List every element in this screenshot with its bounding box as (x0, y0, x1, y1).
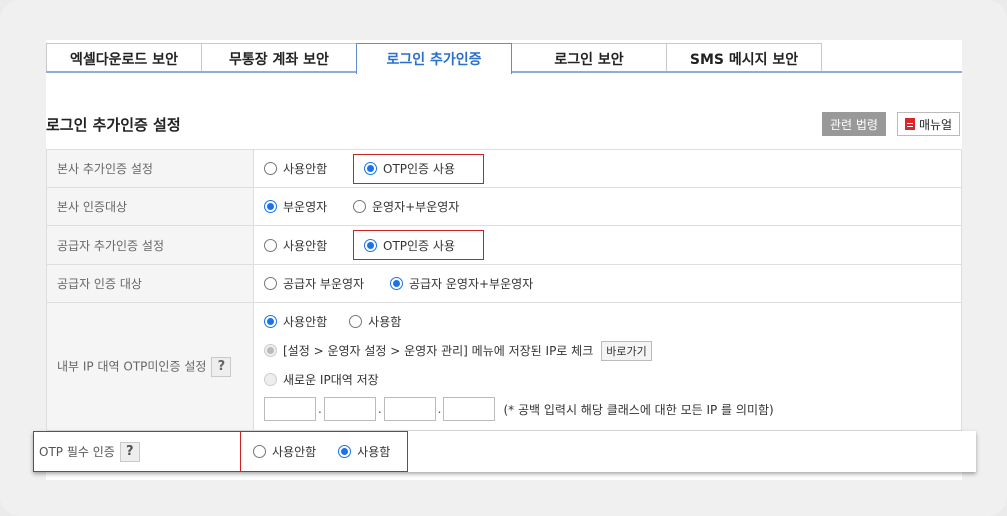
radio-circle (349, 315, 363, 328)
radio-sup-target-all[interactable]: 공급자 운영자+부운영자 (389, 275, 534, 292)
radio-label: 사용안함 (283, 162, 328, 176)
tab-login-security[interactable]: 로그인 보안 (511, 43, 667, 73)
radio-internal-ip-on[interactable]: 사용함 (349, 313, 401, 330)
radio-circle (253, 445, 266, 458)
radio-circle (364, 238, 377, 252)
manual-button[interactable]: 매뉴얼 (897, 112, 960, 136)
radio-circle (264, 373, 277, 386)
ip-note: (* 공백 입력시 해당 클래스에 대한 모든 IP 를 의미함) (503, 402, 774, 417)
label-internal-ip: 내부 IP 대역 OTP미인증 설정? (46, 302, 254, 431)
radio-otp-required-on[interactable]: 사용함 (338, 443, 390, 460)
row-hq-target: 본사 인증대상 부운영자 운영자+부운영자 (46, 187, 962, 226)
tab-bank-account[interactable]: 무통장 계좌 보안 (201, 43, 357, 73)
radio-circle (264, 344, 277, 357)
help-icon[interactable]: ? (119, 441, 140, 462)
highlight-box: OTP인증 사용 (353, 153, 484, 184)
goto-button[interactable]: 바로가기 (601, 340, 652, 361)
radio-circle (264, 315, 277, 328)
tab-bar: 엑셀다운로드 보안 무통장 계좌 보안 로그인 추가인증 로그인 보안 SMS … (46, 43, 822, 76)
ip-octet-1-input[interactable] (264, 397, 316, 421)
label-hq-target: 본사 인증대상 (46, 187, 254, 226)
radio-circle (353, 199, 366, 213)
law-button[interactable]: 관련 법령 (822, 112, 886, 136)
radio-circle (264, 238, 277, 252)
radio-new-ip[interactable]: 새로운 IP대역 저장 (264, 371, 379, 388)
row-sup-target: 공급자 인증 대상 공급자 부운영자 공급자 운영자+부운영자 (46, 264, 962, 303)
radio-label: 사용함 (357, 445, 391, 459)
manual-label: 매뉴얼 (918, 117, 953, 132)
radio-circle (338, 445, 352, 458)
radio-hq-target-all[interactable]: 운영자+부운영자 (353, 198, 459, 215)
label-sup-target: 공급자 인증 대상 (46, 264, 254, 303)
radio-label: 공급자 운영자+부운영자 (408, 276, 534, 291)
radio-label: 새로운 IP대역 저장 (283, 373, 379, 387)
radio-sup-auth-off[interactable]: 사용안함 (264, 237, 327, 254)
radio-label: OTP인증 사용 (383, 238, 455, 253)
label-sup-auth: 공급자 추가인증 설정 (46, 225, 254, 265)
tab-login-auth[interactable]: 로그인 추가인증 (356, 43, 512, 76)
pdf-icon (904, 118, 915, 130)
settings-panel: 엑셀다운로드 보안 무통장 계좌 보안 로그인 추가인증 로그인 보안 SMS … (46, 40, 962, 480)
ip-octet-3-input[interactable] (383, 397, 436, 421)
radio-label: [설정 > 운영자 설정 > 운영자 관리] 메뉴에 저장된 IP로 체크 (283, 344, 594, 358)
radio-saved-ip[interactable]: [설정 > 운영자 설정 > 운영자 관리] 메뉴에 저장된 IP로 체크 (264, 342, 593, 359)
radio-label: 공급자 부운영자 (283, 276, 365, 291)
radio-otp-required-off[interactable]: 사용안함 (253, 443, 316, 460)
internal-ip-label: 내부 IP 대역 OTP미인증 설정 (57, 359, 207, 373)
radio-circle (264, 199, 277, 213)
radio-circle (264, 276, 277, 290)
tab-excel-download[interactable]: 엑셀다운로드 보안 (46, 43, 202, 73)
help-icon[interactable]: ? (211, 356, 232, 377)
highlight-box: OTP인증 사용 (353, 230, 484, 260)
radio-label: 사용안함 (283, 315, 328, 329)
background-card: 엑셀다운로드 보안 무통장 계좌 보안 로그인 추가인증 로그인 보안 SMS … (0, 0, 1007, 516)
ip-octet-2-input[interactable] (323, 397, 376, 421)
radio-hq-target-sub[interactable]: 부운영자 (264, 198, 327, 215)
radio-label: OTP인증 사용 (383, 162, 455, 176)
radio-circle (264, 162, 277, 175)
radio-label: 사용안함 (283, 238, 328, 253)
otp-required-options: 사용안함 사용함 (241, 431, 408, 472)
ip-dot: . (377, 402, 382, 416)
row-sup-auth: 공급자 추가인증 설정 사용안함 OTP인증 사용 (46, 225, 962, 265)
tab-sms-security[interactable]: SMS 메시지 보안 (666, 43, 822, 73)
radio-sup-auth-otp[interactable]: OTP인증 사용 (364, 237, 455, 254)
row-hq-auth: 본사 추가인증 설정 사용안함 OTP인증 사용 (46, 149, 962, 188)
settings-table: 본사 추가인증 설정 사용안함 OTP인증 사용 본사 인증대상 부운영자 운영… (46, 149, 962, 431)
label-hq-auth: 본사 추가인증 설정 (46, 149, 254, 188)
page-title: 로그인 추가인증 설정 (46, 116, 181, 134)
ip-dot: . (437, 402, 442, 416)
radio-internal-ip-off[interactable]: 사용안함 (264, 313, 327, 330)
radio-circle (364, 162, 377, 175)
radio-label: 사용안함 (272, 445, 317, 459)
radio-circle (389, 276, 403, 290)
ip-octet-4-input[interactable] (443, 397, 496, 421)
radio-hq-auth-off[interactable]: 사용안함 (264, 160, 327, 177)
radio-sup-target-sub[interactable]: 공급자 부운영자 (264, 275, 364, 292)
label-otp-required: OTP 필수 인증? (33, 431, 241, 472)
ip-dot: . (318, 402, 322, 416)
radio-label: 사용함 (368, 315, 402, 329)
radio-label: 운영자+부운영자 (372, 199, 460, 214)
radio-hq-auth-otp[interactable]: OTP인증 사용 (364, 160, 455, 177)
otp-required-row: OTP 필수 인증? 사용안함 사용함 (33, 431, 976, 472)
row-internal-ip: 내부 IP 대역 OTP미인증 설정? 사용안함 사용함 [설정 > 운영자 설… (46, 302, 962, 431)
otp-required-label: OTP 필수 인증 (39, 445, 115, 459)
radio-label: 부운영자 (283, 199, 328, 214)
